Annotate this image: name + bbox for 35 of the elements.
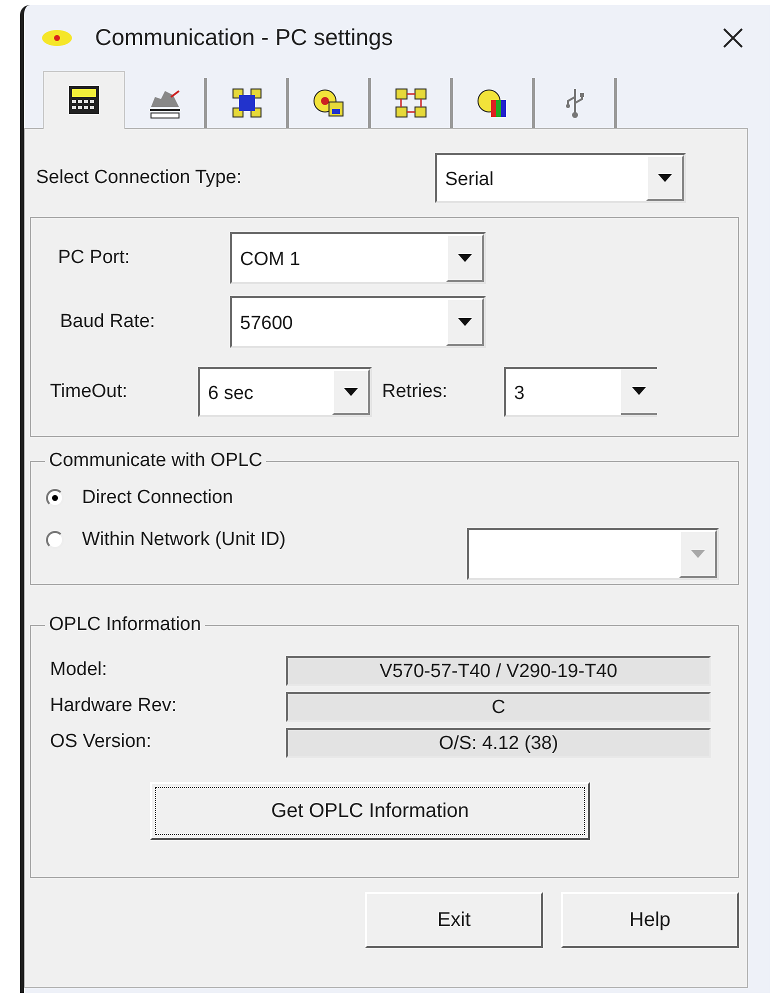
radio-button[interactable]	[46, 488, 64, 507]
field-label: TimeOut:	[50, 380, 128, 404]
radio-label[interactable]: Within Network (Unit ID)	[82, 526, 286, 554]
dropdown[interactable]: COM 1	[230, 232, 486, 284]
dropdown-arrow-icon	[658, 174, 672, 182]
app-icon	[41, 28, 73, 46]
dropdown-arrow-icon	[458, 318, 472, 326]
dropdown[interactable]: 3	[504, 367, 657, 417]
window-title: Communication - PC settings	[95, 23, 393, 52]
dialog-button[interactable]: Exit	[365, 892, 543, 948]
field-label: PC Port:	[58, 246, 131, 270]
info-label: Hardware Rev:	[50, 694, 178, 718]
radio-button[interactable]	[46, 531, 64, 550]
info-value-field: V570-57-T40 / V290-19-T40	[286, 656, 711, 686]
get-information-button[interactable]: Get OPLC Information	[150, 782, 590, 840]
dropdown-arrow-icon	[691, 550, 705, 558]
field-label: Baud Rate:	[60, 310, 156, 334]
field-label: Select Connection Type:	[36, 166, 243, 190]
dropdown-arrow-icon	[458, 254, 472, 262]
dropdown-arrow-icon	[344, 388, 358, 396]
dropdown-arrow-icon	[632, 387, 646, 395]
info-value-field: C	[286, 692, 711, 722]
group-title: OPLC Information	[48, 613, 202, 637]
radio-label[interactable]: Direct Connection	[82, 484, 234, 512]
close-icon[interactable]	[722, 26, 744, 48]
field-label: Retries:	[382, 380, 448, 404]
dropdown[interactable]: Serial	[435, 153, 686, 203]
info-label: OS Version:	[50, 730, 152, 754]
dialog-button[interactable]: Help	[561, 892, 739, 948]
tab[interactable]	[43, 71, 125, 129]
group-title: Communicate with OPLC	[48, 449, 264, 473]
dropdown[interactable]: 57600	[230, 296, 486, 348]
info-label: Model:	[50, 658, 108, 682]
info-value-field: O/S: 4.12 (38)	[286, 728, 711, 758]
dropdown[interactable]: 6 sec	[198, 367, 372, 417]
